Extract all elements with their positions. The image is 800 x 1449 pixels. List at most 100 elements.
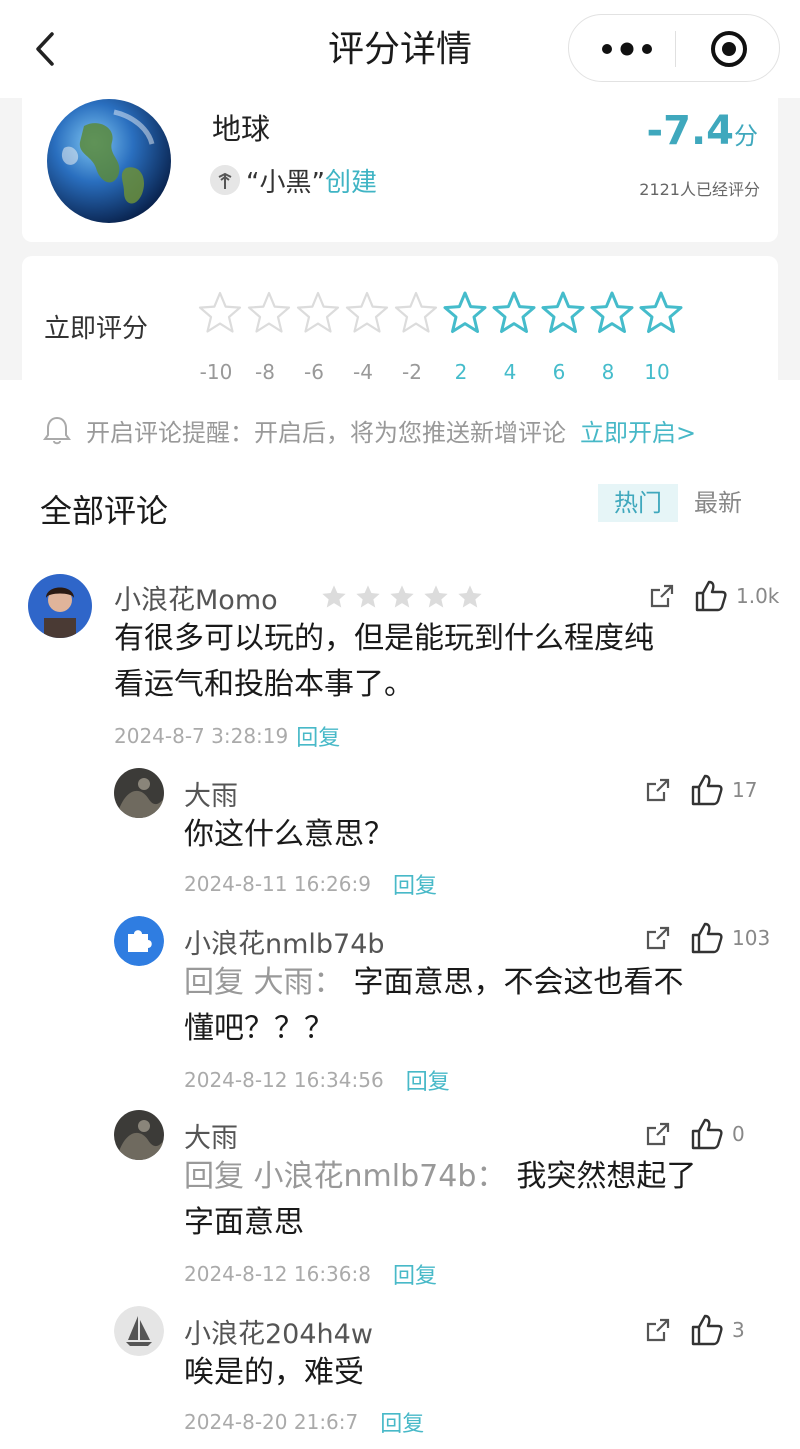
rating-star-icon[interactable] (539, 290, 587, 336)
comment-meta: 2024-8-12 16:36:8 回复 (184, 1258, 437, 1290)
rating-star-icon[interactable] (588, 290, 636, 336)
comment-text: 回复 大雨： 字面意思，不会这也看不 懂吧？？？ (184, 960, 684, 1052)
reply-to-prefix: 回复 大雨： (184, 965, 344, 1000)
comment-text-line: 我突然想起了 (516, 1159, 697, 1194)
puzzle-icon (114, 916, 164, 966)
scale-label: 8 (601, 360, 615, 384)
scale-label: -10 (199, 360, 233, 384)
comment-actions: 103 (644, 920, 770, 956)
dark-photo-icon (114, 1110, 164, 1160)
comment-text-line: 唉是的，难受 (184, 1355, 364, 1390)
rating-stars[interactable] (196, 290, 696, 338)
star-icon (424, 585, 448, 608)
rating-star-icon[interactable] (245, 290, 293, 336)
bell-icon (43, 416, 71, 445)
comment-meta: 2024-8-20 21:6:7 回复 (184, 1406, 424, 1438)
comment-text-line: 懂吧？？？ (184, 1011, 334, 1046)
comment-username[interactable]: 小浪花Momo (114, 578, 278, 617)
star-icon (458, 585, 482, 608)
reply-to-prefix: 回复 小浪花nmlb74b： (184, 1159, 507, 1194)
like-count: 3 (732, 1318, 745, 1342)
reply-button[interactable]: 回复 (380, 1406, 424, 1438)
close-target-icon[interactable] (709, 29, 749, 69)
creator-line: “小黑” 创建 (210, 162, 377, 199)
creator-verb: 创建 (324, 167, 377, 198)
item-name: 地球 (212, 112, 271, 146)
score-display: -7.4分 (647, 108, 758, 154)
comment-username[interactable]: 小浪花nmlb74b (184, 922, 385, 961)
comment-text: 你这什么意思？ (184, 812, 394, 858)
share-icon[interactable] (648, 582, 676, 610)
score-unit: 分 (734, 122, 758, 150)
comment-time: 2024-8-12 16:34:56 (184, 1068, 384, 1092)
thumbs-up-icon[interactable] (694, 579, 728, 613)
star-icon (390, 585, 414, 608)
comment-text-line: 看运气和投胎本事了。 (114, 667, 414, 702)
comment-time: 2024-8-12 16:36:8 (184, 1262, 371, 1286)
rating-star-icon[interactable] (490, 290, 538, 336)
rating-star-icon[interactable] (637, 290, 685, 336)
avatar[interactable] (114, 916, 164, 966)
scale-label: 4 (503, 360, 517, 384)
reply-button[interactable]: 回复 (393, 868, 437, 900)
comment-time: 2024-8-20 21:6:7 (184, 1410, 359, 1434)
scale-label: -2 (402, 360, 422, 384)
avatar[interactable] (114, 1110, 164, 1160)
comment-actions: 1.0k (648, 578, 779, 614)
thumbs-up-icon[interactable] (690, 921, 724, 955)
star-icon (322, 585, 346, 608)
rating-star-icon[interactable] (294, 290, 342, 336)
rating-star-icon[interactable] (196, 290, 244, 336)
rating-scale: -10 -8 -6 -4 -2 2 4 6 8 10 (0, 360, 800, 386)
thumbs-up-icon[interactable] (690, 773, 724, 807)
rating-star-icon[interactable] (392, 290, 440, 336)
comment-time: 2024-8-7 3:28:19 (114, 724, 289, 748)
creator-avatar-icon (210, 165, 240, 195)
dark-photo-icon (114, 768, 164, 818)
reply-button[interactable]: 回复 (406, 1064, 450, 1096)
scale-label: -6 (304, 360, 324, 384)
nav-bar: 评分详情 (0, 0, 800, 98)
comment-time: 2024-8-11 16:26:9 (184, 872, 371, 896)
comment-actions: 17 (644, 772, 757, 808)
avatar[interactable] (114, 1306, 164, 1356)
thumbs-up-icon[interactable] (690, 1117, 724, 1151)
more-dots-icon[interactable] (597, 35, 657, 63)
rating-star-icon[interactable] (343, 290, 391, 336)
share-icon[interactable] (644, 924, 672, 952)
share-icon[interactable] (644, 1120, 672, 1148)
like-count: 0 (732, 1122, 745, 1146)
mini-program-capsule (568, 14, 780, 82)
comment-text-line: 有很多可以玩的，但是能玩到什么程度纯 (114, 621, 654, 656)
comment-text-line: 字面意思，不会这也看不 (353, 965, 684, 1000)
comment-username[interactable]: 大雨 (184, 1116, 238, 1155)
avatar[interactable] (114, 768, 164, 818)
rating-star-icon[interactable] (441, 290, 489, 336)
comment-username[interactable]: 小浪花204h4w (184, 1312, 373, 1351)
scale-label: -4 (353, 360, 373, 384)
tab-hot[interactable]: 热门 (598, 484, 678, 522)
comment-username[interactable]: 大雨 (184, 774, 238, 813)
reply-button[interactable]: 回复 (393, 1258, 437, 1290)
enable-now-link[interactable]: 立即开启> (580, 413, 696, 448)
reply-button[interactable]: 回复 (296, 720, 340, 752)
like-count: 1.0k (736, 584, 780, 608)
tab-new[interactable]: 最新 (694, 484, 754, 522)
comment-reminder: 开启评论提醒：开启后，将为您推送新增评论 立即开启> (40, 410, 696, 450)
person-photo-icon (28, 574, 92, 638)
like-count: 17 (732, 778, 758, 802)
thumbs-up-icon[interactable] (690, 1313, 724, 1347)
item-card: 地球 “小黑” 创建 -7.4分 2121人已经评分 (22, 98, 778, 242)
share-icon[interactable] (644, 776, 672, 804)
comment-meta: 2024-8-7 3:28:19 回复 (114, 720, 340, 752)
avatar[interactable] (28, 574, 92, 638)
scale-label: 10 (644, 360, 670, 384)
raters-count: 2121人已经评分 (639, 180, 760, 199)
comment-text-line: 你这什么意思？ (184, 817, 394, 852)
scale-label: -8 (255, 360, 275, 384)
sailboat-icon (114, 1306, 164, 1356)
share-icon[interactable] (644, 1316, 672, 1344)
creator-name[interactable]: “小黑” (246, 162, 325, 199)
comment-meta: 2024-8-12 16:34:56 回复 (184, 1064, 450, 1096)
scale-label: 2 (454, 360, 468, 384)
